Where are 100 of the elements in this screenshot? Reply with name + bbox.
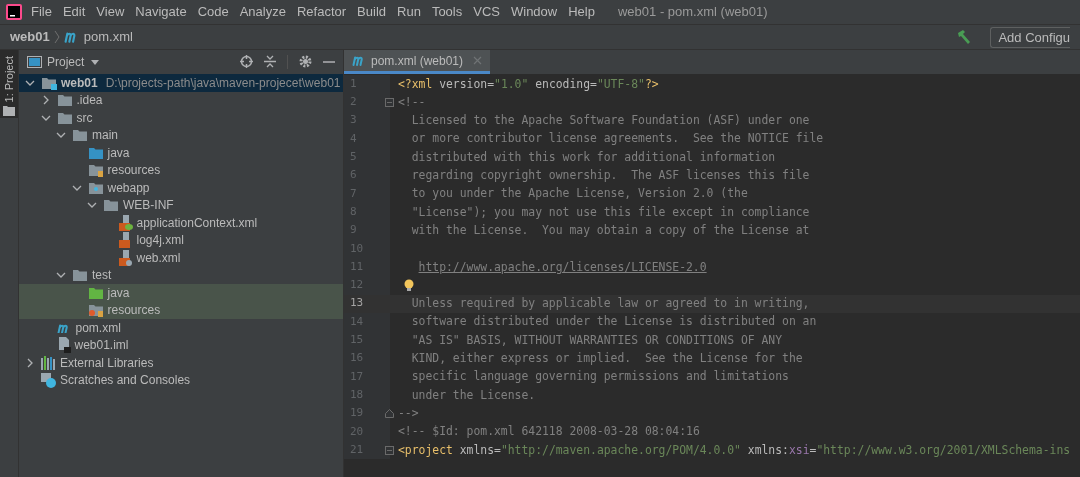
editor-tab[interactable]: pom.xml (web01) (344, 50, 491, 74)
menu-item[interactable]: Window (510, 2, 558, 22)
menu-item[interactable]: VCS (473, 2, 500, 22)
lightbulb-icon[interactable] (404, 278, 414, 292)
tree-item-label: WEB-INF (123, 197, 174, 215)
tree-item[interactable]: web.xml (19, 249, 343, 267)
menu-item[interactable]: Navigate (135, 2, 187, 22)
tree-item[interactable]: src (19, 109, 343, 127)
tree-item[interactable]: main (19, 126, 343, 144)
code-line: under the License. (410, 386, 536, 404)
libraries-icon (41, 355, 56, 370)
project-view-icon (27, 55, 42, 68)
project-tool-tab[interactable]: 1: Project (0, 50, 18, 118)
folder-icon (72, 128, 88, 143)
tree-item-label: java (107, 284, 130, 302)
folder-icon (87, 145, 104, 160)
window-title: web01 - pom.xml (web01) (617, 3, 768, 22)
code-line: or more contributor license agreements. See the NOTICE file (410, 130, 824, 148)
module-folder-icon (41, 75, 57, 90)
menu-item[interactable]: View (96, 2, 125, 22)
menu-item[interactable]: Edit (62, 2, 86, 22)
breadcrumb-item[interactable]: pom.xml (83, 27, 133, 47)
panel-title[interactable]: Project (47, 52, 85, 71)
tree-item[interactable]: java (19, 284, 343, 302)
tree-item-label: Scratches and Consoles (60, 372, 191, 390)
code-line: distributed with this work for additional information (410, 148, 776, 166)
collapse-all-icon[interactable] (264, 55, 276, 68)
menu-item[interactable]: Help (568, 2, 595, 22)
breadcrumb-separator-icon (53, 30, 60, 44)
code-line: KIND, either express or implied. See the License for the (410, 350, 803, 368)
tree-item[interactable]: log4j.xml (19, 231, 343, 249)
code-line: <!-- $Id: pom.xml 642118 2008-03-28 08:04:16 (398, 423, 700, 441)
xml-file-icon (118, 214, 133, 231)
code-line: Unless required by applicable law or agreed to in writing, (410, 295, 810, 313)
locate-icon[interactable] (240, 55, 253, 68)
fold-end-icon[interactable] (385, 409, 394, 418)
tree-item[interactable]: WEB-INF (19, 196, 343, 214)
code-line: "AS IS" BASIS, WITHOUT WARRANTIES OR CONDITIONS OF ANY (410, 331, 783, 349)
tree-item[interactable]: web01.iml (19, 336, 343, 354)
xml-file-icon (118, 232, 133, 249)
menu-item[interactable]: Run (397, 2, 421, 22)
tree-item[interactable]: resources (19, 161, 343, 179)
tree-item-label: External Libraries (60, 354, 154, 372)
code-line: to you under the Apache License, Version 2.0 (the (410, 185, 748, 203)
tree-item-label: resources (107, 162, 161, 180)
code-line: software distributed under the License is distributed on an (410, 313, 817, 331)
tree-item-label: java (107, 144, 130, 162)
tree-item[interactable]: External Libraries (19, 354, 343, 372)
tree-item-label: test (92, 267, 112, 285)
fold-icon[interactable] (385, 97, 394, 107)
menu-item[interactable]: File (31, 2, 52, 22)
caret-icon[interactable] (90, 57, 101, 66)
tree-item[interactable]: applicationContext.xml (19, 214, 343, 232)
add-configuration-button[interactable]: Add Configu (990, 26, 1070, 48)
tree-item[interactable]: test (19, 266, 343, 284)
web-folder-icon (87, 180, 104, 195)
file-icon (56, 337, 71, 354)
settings-icon[interactable] (299, 55, 312, 68)
tree-item[interactable]: java (19, 144, 343, 162)
project-tool-label: 1: Project (1, 55, 16, 102)
tree-item-label: main (92, 127, 118, 145)
folder-icon (103, 198, 119, 213)
fold-icon[interactable] (385, 445, 394, 455)
tree-item[interactable]: web01 D:\projects-path\java\maven-projecet\web01 (19, 74, 343, 92)
tree-item-label: web.xml (136, 249, 181, 267)
resources-folder-icon (87, 163, 104, 178)
tree-item[interactable]: Scratches and Consoles (19, 371, 343, 389)
code-line: <project xmlns="http://maven.apache.org/POM/4.0.0" xmlns:xsi="http://www.w3.org/2001/XMLSchema-ins (398, 441, 1071, 459)
app-logo-icon (6, 4, 22, 20)
tree-item-path: D:\projects-path\java\maven-projecet\web01 (105, 74, 341, 92)
code-line: <?xml version="1.0" encoding="UTF-8"?> (398, 75, 659, 93)
test-resources-folder-icon (87, 303, 104, 318)
hammer-icon[interactable] (956, 29, 973, 45)
tree-item[interactable]: webapp (19, 179, 343, 197)
tree-item-label: src (76, 109, 93, 127)
tree-item-label: web01.iml (74, 337, 129, 355)
tab-label: pom.xml (web01) (371, 52, 464, 70)
chevron-right-icon[interactable] (25, 357, 35, 368)
xml-file-icon (118, 249, 133, 266)
tree-item-label: .idea (76, 92, 103, 110)
tree-item[interactable]: pom.xml (19, 319, 343, 337)
scratches-icon (41, 372, 56, 388)
code-line: http://www.apache.org/licenses/LICENSE-2.0 (417, 258, 707, 276)
menu-item[interactable]: Analyze (239, 2, 286, 22)
code-line: with the License. You may obtain a copy of the License at (410, 221, 810, 239)
breadcrumb-item[interactable]: web01 (10, 27, 50, 47)
code-line: <!-- (398, 93, 426, 111)
tree-item-label: log4j.xml (136, 232, 184, 250)
menu-item[interactable]: Build (357, 2, 386, 22)
tree-item-label: webapp (107, 179, 150, 197)
line-number: 13 (349, 295, 364, 312)
tree-item-label: resources (107, 302, 161, 320)
folder-icon (3, 105, 15, 116)
menu-item[interactable]: Refactor (296, 2, 347, 22)
tree-item[interactable]: .idea (19, 91, 343, 109)
code-line: Licensed to the Apache Software Foundation (ASF) under one (410, 112, 810, 130)
code-line: "License"); you may not use this file except in compliance (410, 203, 810, 221)
menu-item[interactable]: Code (197, 2, 229, 22)
menu-item[interactable]: Tools (431, 2, 463, 22)
tree-item-label: pom.xml (75, 319, 121, 337)
